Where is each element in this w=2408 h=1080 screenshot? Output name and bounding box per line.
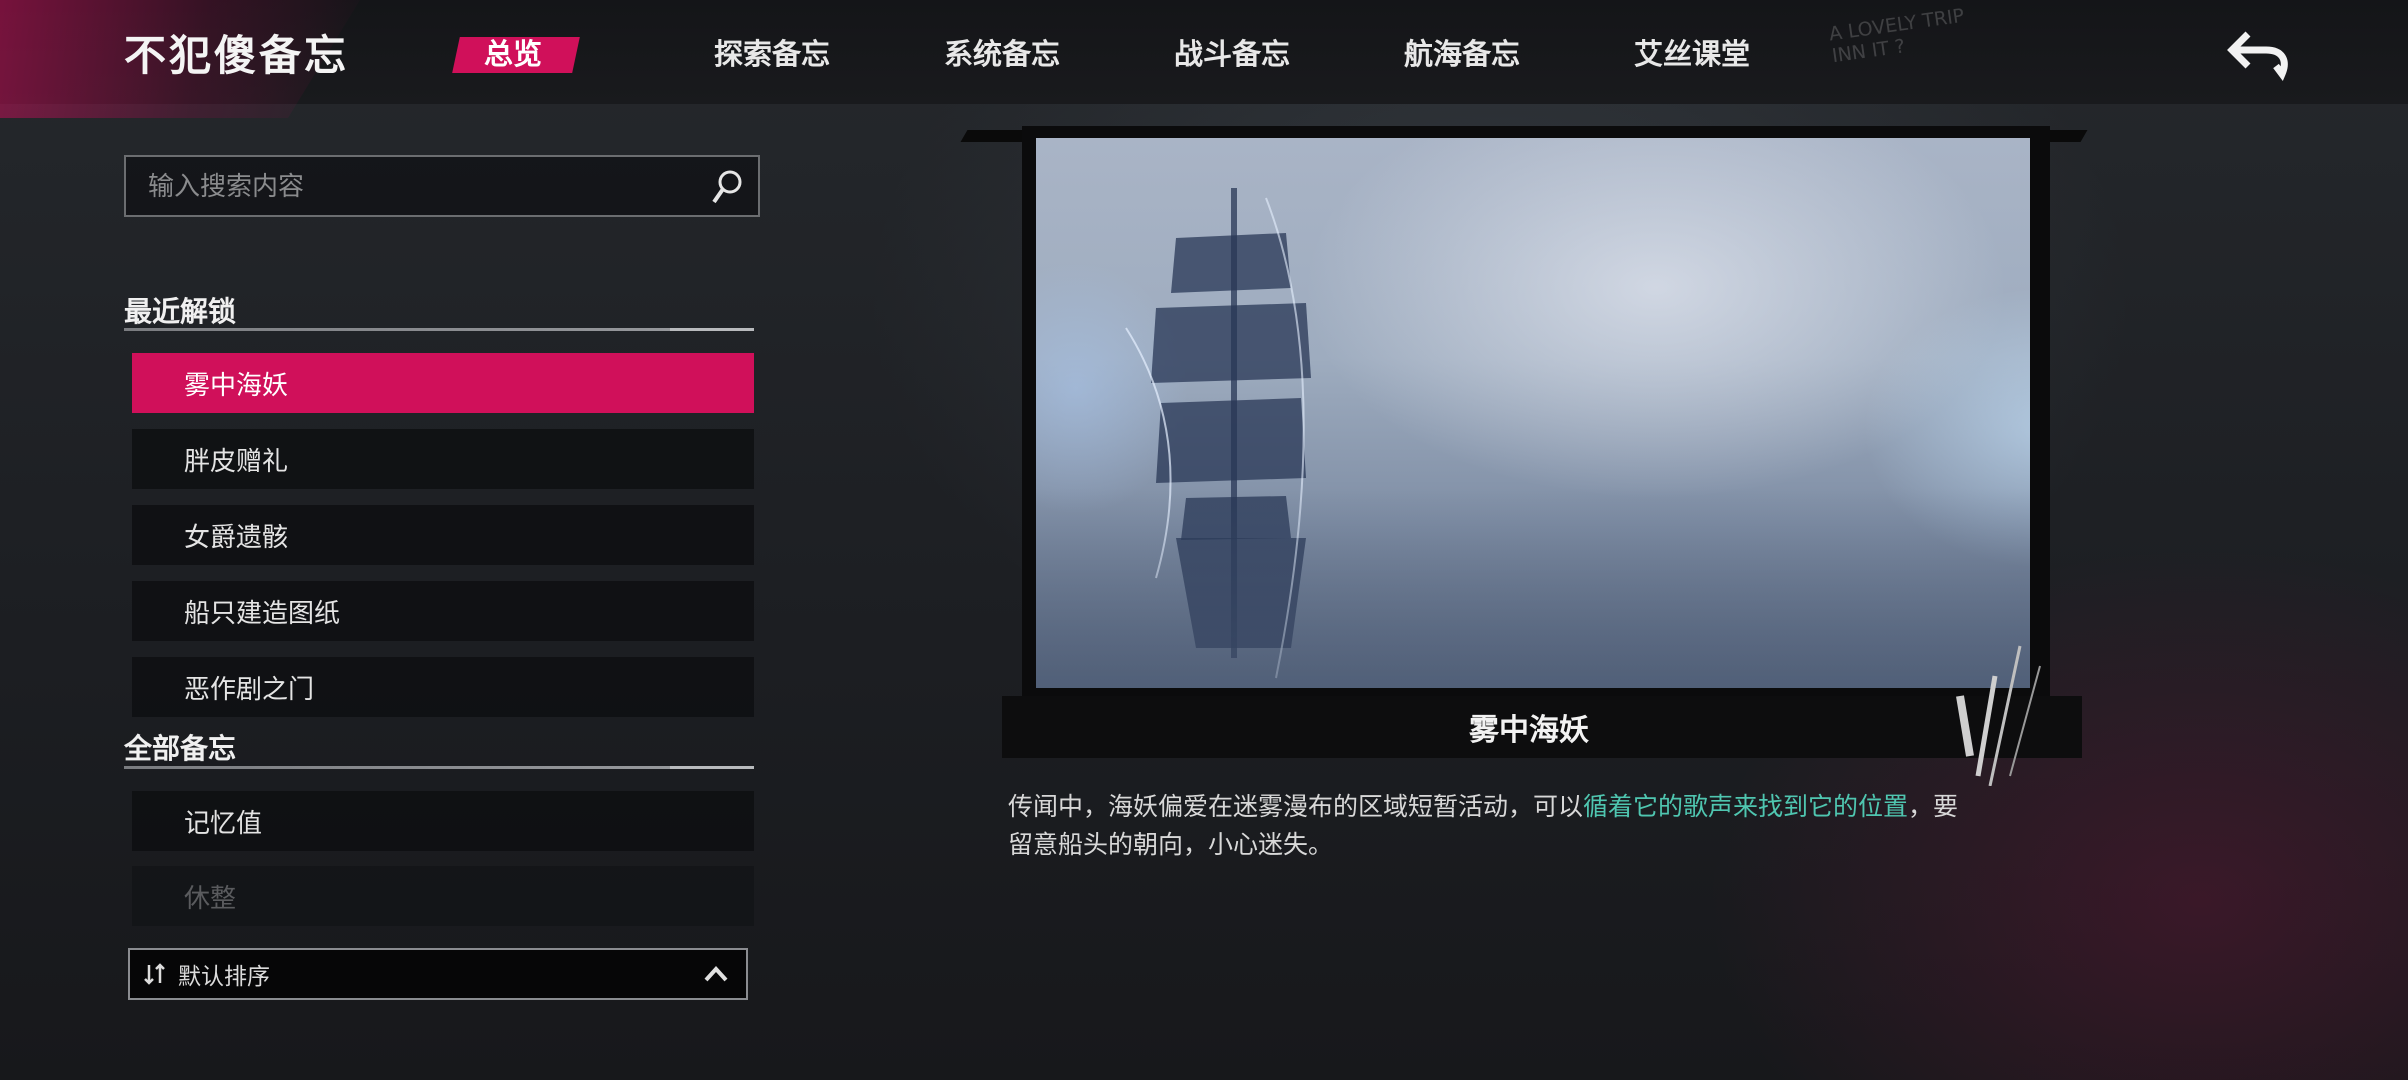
image-caption: 雾中海妖 xyxy=(1469,713,1589,748)
list-item-label: 恶作剧之门 xyxy=(184,674,315,705)
description-text: 传闻中，海妖偏爱在迷雾漫布的区域短暂活动，可以 xyxy=(1008,792,1584,821)
tab-label: 探索备忘 xyxy=(714,37,831,71)
tab-classroom[interactable]: 艾丝课堂 xyxy=(1604,0,1834,104)
tab-label: 系统备忘 xyxy=(944,37,1061,71)
list-item-label: 胖皮赠礼 xyxy=(184,446,289,477)
search-box xyxy=(124,155,760,217)
tab-overview[interactable]: 总览 xyxy=(454,0,684,104)
description-highlight: 循着它的歌声来找到它的位置 xyxy=(1583,792,1909,821)
list-item-label: 船只建造图纸 xyxy=(184,598,341,629)
sort-icon xyxy=(144,963,165,985)
memo-illustration xyxy=(1036,138,2030,688)
sort-dropdown[interactable]: 默认排序 xyxy=(128,948,748,1000)
app-title: 不犯傻备忘 xyxy=(124,31,350,80)
list-item[interactable]: 胖皮赠礼 xyxy=(132,429,754,489)
tab-combat[interactable]: 战斗备忘 xyxy=(1144,0,1374,104)
list-item-fog-siren[interactable]: 雾中海妖 xyxy=(132,353,754,413)
tab-label: 总览 xyxy=(484,37,543,71)
tab-exploration[interactable]: 探索备忘 xyxy=(684,0,914,104)
list-item[interactable]: 休整 xyxy=(132,866,754,926)
list-item[interactable]: 恶作剧之门 xyxy=(132,657,754,717)
list-item[interactable]: 记忆值 xyxy=(132,791,754,851)
sort-label: 默认排序 xyxy=(178,964,270,990)
search-input[interactable] xyxy=(126,157,710,217)
search-icon[interactable] xyxy=(708,167,746,207)
list-item-label: 记忆值 xyxy=(184,808,263,839)
list-item[interactable]: 女爵遗骸 xyxy=(132,505,754,565)
sea-mist xyxy=(1036,488,2030,688)
tab-label: 艾丝课堂 xyxy=(1634,37,1751,71)
tab-label: 战斗备忘 xyxy=(1174,37,1291,71)
list-item-label: 女爵遗骸 xyxy=(184,522,289,553)
tab-system[interactable]: 系统备忘 xyxy=(914,0,1144,104)
memo-description: 传闻中，海妖偏爱在迷雾漫布的区域短暂活动，可以循着它的歌声来找到它的位置，要留意… xyxy=(1008,788,1968,864)
recent-unlock-title: 最近解锁 xyxy=(124,295,237,328)
recent-divider xyxy=(124,328,754,331)
brush-mark-decoration xyxy=(1956,645,2041,786)
tab-label: 航海备忘 xyxy=(1404,37,1521,71)
list-item-label: 雾中海妖 xyxy=(184,370,289,401)
main-tabs: 总览 探索备忘 系统备忘 战斗备忘 航海备忘 艾丝课堂 xyxy=(454,0,1834,104)
list-item-label: 休整 xyxy=(184,883,237,914)
all-memos-title: 全部备忘 xyxy=(124,732,237,765)
tab-sailing[interactable]: 航海备忘 xyxy=(1374,0,1604,104)
all-divider xyxy=(124,766,754,769)
back-arrow-icon[interactable] xyxy=(2226,26,2296,82)
chevron-up-icon xyxy=(704,966,728,982)
list-item[interactable]: 船只建造图纸 xyxy=(132,581,754,641)
